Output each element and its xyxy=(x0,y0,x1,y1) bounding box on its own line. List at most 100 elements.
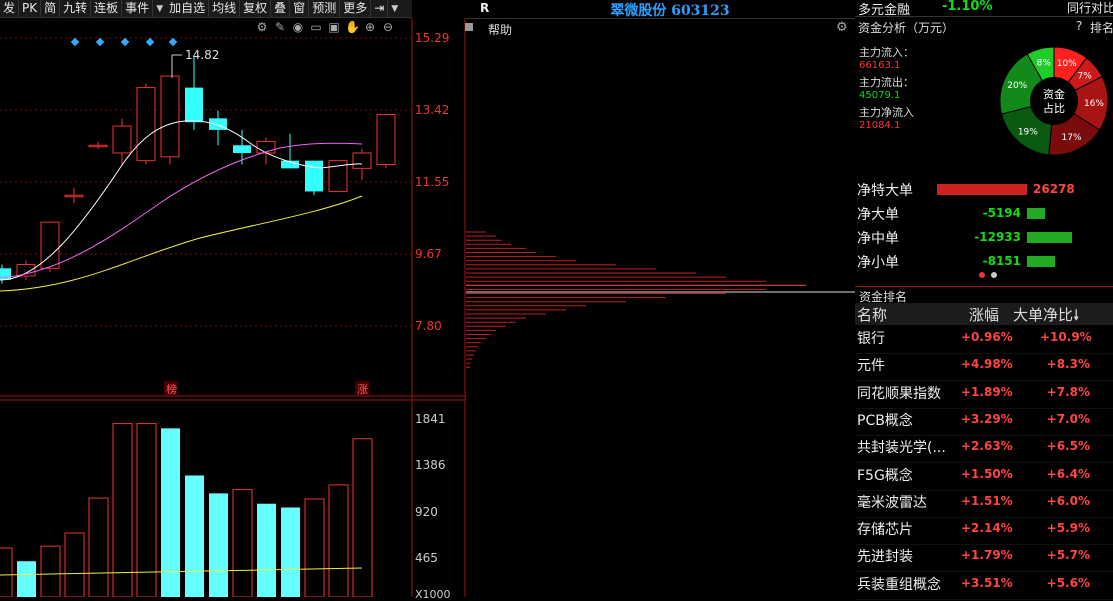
toolbar-item[interactable]: 均线 xyxy=(209,0,241,17)
candle xyxy=(233,145,251,153)
toolbar-item[interactable]: 窗 xyxy=(290,0,310,17)
rank-pct: +1.50% xyxy=(961,466,1013,481)
ranking-row[interactable]: F5G概念 +1.50% +6.4% xyxy=(855,463,1113,491)
help-icon[interactable]: ? xyxy=(1076,19,1082,33)
ranking-row[interactable]: 同花顺果指数 +1.89% +7.8% xyxy=(855,381,1113,409)
toolbar-item[interactable]: 连板 xyxy=(91,0,123,17)
rank-pct: +4.98% xyxy=(961,357,1013,372)
event-marker xyxy=(168,37,178,47)
rank-big-net: +6.5% xyxy=(1046,439,1090,454)
ranking-row[interactable]: 元件 +4.98% +8.3% xyxy=(855,353,1113,382)
volume-bar xyxy=(352,438,373,597)
toolbar-item[interactable]: 叠 xyxy=(271,0,291,17)
price-label: 11.55 xyxy=(415,175,450,189)
candle xyxy=(209,118,227,130)
col-name[interactable]: 名称 xyxy=(857,304,887,325)
divider xyxy=(855,16,1113,17)
rank-big-net: +8.3% xyxy=(1046,357,1090,372)
net-row-value: -8151 xyxy=(982,254,1021,268)
net-row-label: 净特大单 xyxy=(857,183,913,199)
high-marker: 14.82 xyxy=(185,48,219,62)
candle xyxy=(376,114,396,166)
kline-chart[interactable]: 14.82 榜 涨 xyxy=(0,18,466,597)
toolbar-item[interactable]: 事件 xyxy=(122,0,154,17)
toolbar-item[interactable]: 加自选 xyxy=(166,0,210,17)
ranking-row[interactable]: 兵装重组概念 +3.51% +5.6% xyxy=(855,572,1113,600)
price-label: 7.80 xyxy=(415,319,442,333)
ranking-row[interactable]: 共封装光学(... +2.63% +6.5% xyxy=(855,435,1113,464)
net-row-bar xyxy=(1027,232,1072,243)
rank-pct: +1.89% xyxy=(961,384,1013,399)
toolbar-item[interactable]: 复权 xyxy=(240,0,272,17)
volume-label: 1841 xyxy=(415,412,446,426)
toolbar-item[interactable]: 九转 xyxy=(60,0,92,17)
volume-bar xyxy=(0,547,13,597)
peer-compare-tab[interactable]: 同行对比 xyxy=(1067,0,1113,16)
toolbar-item[interactable]: 简 xyxy=(41,0,61,17)
rank-name: F5G概念 xyxy=(857,467,913,484)
net-row-bar xyxy=(1027,208,1045,219)
rank-link[interactable]: 排名 xyxy=(1090,19,1113,36)
volume-label: 1386 xyxy=(415,458,446,472)
tag-zhang: 涨 xyxy=(357,383,368,396)
rank-big-net: +7.8% xyxy=(1046,384,1090,399)
fund-analysis-title: 资金分析（万元） xyxy=(858,21,955,35)
fund-donut-chart: 10%7% 16% 17% 19% 20% 8% 资金 占比 xyxy=(999,46,1109,156)
candle xyxy=(352,152,372,169)
volume-bar xyxy=(304,498,325,597)
net-row-label: 净大单 xyxy=(857,207,899,223)
volume-bar xyxy=(232,489,253,597)
rank-big-net: +6.0% xyxy=(1046,493,1090,508)
price-label: 9.67 xyxy=(415,247,442,261)
rank-name: 毫米波雷达 xyxy=(857,494,927,511)
page-dot[interactable] xyxy=(991,272,997,278)
tag-bang: 榜 xyxy=(166,382,177,396)
toolbar-item[interactable]: 预测 xyxy=(309,0,341,17)
donut-slice-label: 20% xyxy=(1007,81,1027,91)
rank-pct: +1.79% xyxy=(961,548,1013,563)
event-marker xyxy=(145,37,155,47)
rank-name: 银行 xyxy=(857,331,885,347)
ranking-row[interactable]: 银行 +0.96% +10.9% xyxy=(855,326,1113,354)
event-marker xyxy=(95,37,105,47)
candle xyxy=(112,125,132,154)
rank-name: 先进封装 xyxy=(857,549,913,566)
price-label: 15.29 xyxy=(415,31,450,45)
volume-bar xyxy=(281,507,300,597)
rank-big-net: +6.4% xyxy=(1046,466,1090,481)
outflow-value: 45079.1 xyxy=(859,90,901,101)
rank-pct: +2.14% xyxy=(961,521,1013,536)
toolbar-item[interactable]: 发 xyxy=(0,0,20,17)
right-panel: 多元金融 -1.10% 同行对比 资金分析（万元） ? 排名 主力流入： 661… xyxy=(855,0,1113,600)
donut-slice-label: 10% xyxy=(1057,59,1077,69)
volume-bar xyxy=(136,423,157,597)
outflow-label: 主力流出： xyxy=(859,76,914,89)
exit-icon[interactable]: ⇥ xyxy=(371,0,389,17)
toolbar-item[interactable]: PK xyxy=(19,0,42,17)
donut-hole xyxy=(1030,77,1078,125)
col-pct[interactable]: 涨幅 xyxy=(969,304,999,325)
volume-bar xyxy=(64,532,85,597)
net-row-bar xyxy=(1027,256,1055,267)
rank-name: PCB概念 xyxy=(857,412,913,429)
more-arrow-icon[interactable]: ▼ xyxy=(388,4,401,14)
donut-slice-label: 17% xyxy=(1062,133,1082,143)
net-row-value: -5194 xyxy=(982,206,1021,220)
ranking-row[interactable]: 先进封装 +1.79% +5.7% xyxy=(855,544,1113,573)
rank-name: 兵装重组概念 xyxy=(857,576,941,593)
rank-name: 共封装光学(... xyxy=(857,440,946,457)
candle xyxy=(185,87,203,123)
page-dot-active[interactable] xyxy=(979,272,985,278)
ranking-row[interactable]: 毫米波雷达 +1.51% +6.0% xyxy=(855,490,1113,518)
col-big-net-label: 大单净比 xyxy=(1013,306,1074,324)
ranking-row[interactable]: 存储芯片 +2.14% +5.9% xyxy=(855,517,1113,546)
chip-distribution xyxy=(466,231,855,368)
volume-bar xyxy=(257,503,276,597)
rank-big-net: +5.7% xyxy=(1046,548,1090,563)
dropdown-arrow-icon[interactable]: ▼ xyxy=(153,4,166,14)
candle xyxy=(256,140,276,154)
donut-slice-label: 8% xyxy=(1037,58,1052,68)
toolbar-item[interactable]: 更多 xyxy=(340,0,372,17)
donut-slice-label: 19% xyxy=(1018,127,1038,137)
ranking-row[interactable]: PCB概念 +3.29% +7.0% xyxy=(855,408,1113,436)
